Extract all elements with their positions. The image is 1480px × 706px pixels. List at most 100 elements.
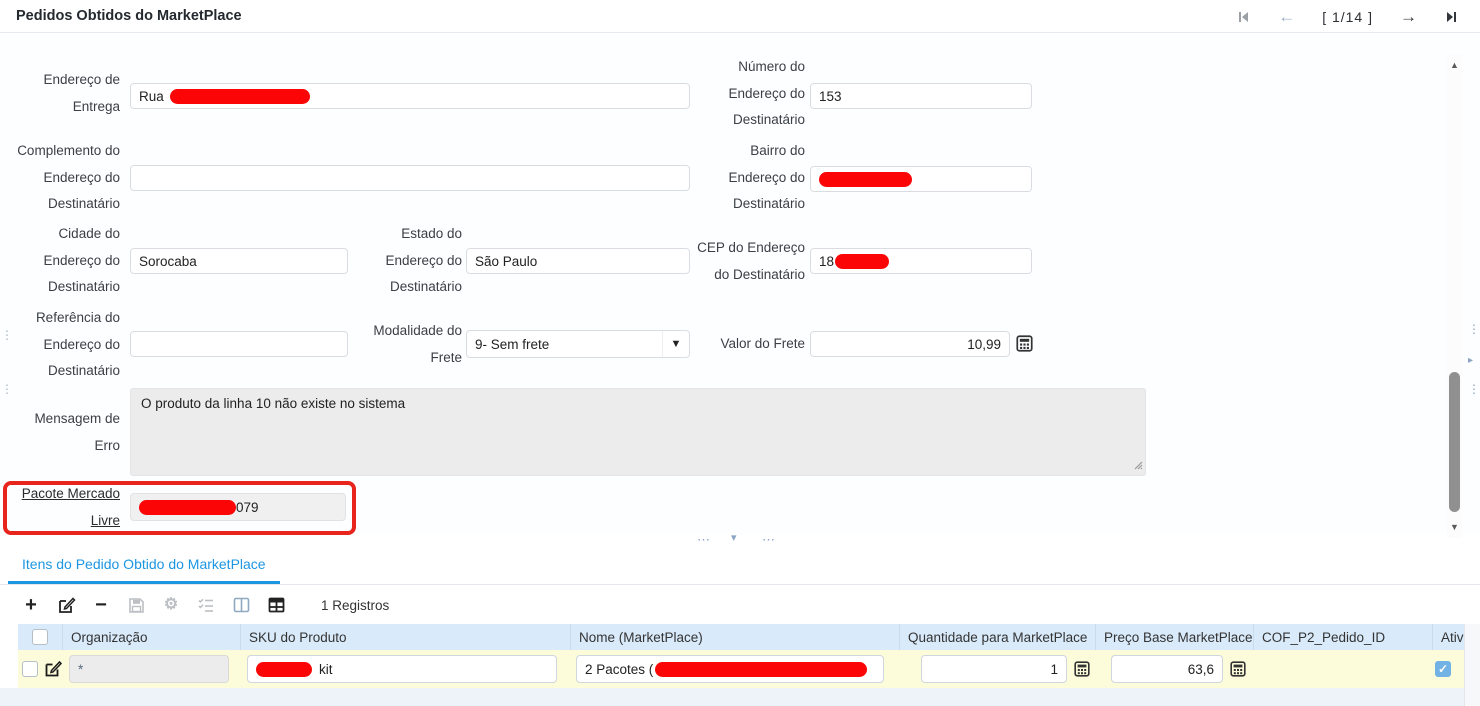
quantidade-cell: 1 xyxy=(900,650,1096,688)
app-window: Pedidos Obtidos do MarketPlace ← [ 1/14 … xyxy=(0,0,1480,706)
cep-value: 18 xyxy=(819,254,834,269)
col-preco-base[interactable]: Preço Base MarketPlace xyxy=(1096,624,1254,650)
complemento-label: Complemento do Endereço do Destinatário xyxy=(8,138,120,218)
two-column-layout-button[interactable] xyxy=(231,595,251,615)
quantidade-value: 1 xyxy=(1050,662,1058,677)
redaction-artifact: ˆ xyxy=(659,655,663,665)
redaction xyxy=(819,172,912,187)
resize-grip-glyph xyxy=(1133,460,1143,470)
save-button[interactable] xyxy=(126,595,146,615)
form-scrollbar[interactable]: ▲ ▼ xyxy=(1447,54,1462,538)
endereco-entrega-label: Endereço de Entrega xyxy=(8,67,120,120)
valor-frete-value: 10,99 xyxy=(967,337,1001,352)
bairro-field[interactable] xyxy=(810,166,1032,192)
col-quantidade[interactable]: Quantidade para MarketPlace xyxy=(900,624,1096,650)
select-all-checkbox[interactable] xyxy=(32,629,48,645)
delete-row-button[interactable]: − xyxy=(91,595,111,615)
record-count: 1 Registros xyxy=(321,598,389,613)
nome-field[interactable]: 2 Pacotes ( ˆ xyxy=(576,655,884,683)
h-splitter-dots-icon[interactable]: ⋯ xyxy=(697,535,710,545)
col-sku-produto[interactable]: SKU do Produto xyxy=(241,624,571,650)
pacote-mercado-livre-value: 079 xyxy=(236,500,259,515)
grid-icon xyxy=(268,597,285,613)
panel-splitter-dots-icon[interactable]: ⋮ xyxy=(1,330,13,340)
redaction xyxy=(170,89,310,104)
redaction xyxy=(139,500,236,515)
checklist-button[interactable] xyxy=(196,595,216,615)
col-cof-p2-pedido-id[interactable]: COF_P2_Pedido_ID xyxy=(1254,624,1433,650)
row-actions-cell xyxy=(18,650,63,688)
cidade-field[interactable]: Sorocaba xyxy=(130,248,348,274)
col-nome-marketplace[interactable]: Nome (MarketPlace) xyxy=(571,624,900,650)
row-select-checkbox[interactable] xyxy=(22,661,38,677)
col-ativo[interactable]: Ativ xyxy=(1433,624,1464,650)
scrollbar-thumb[interactable] xyxy=(1449,372,1460,512)
resize-grip-icon[interactable] xyxy=(1133,458,1143,473)
mensagem-erro-label: Mensagem de Erro xyxy=(8,406,120,459)
tab-label: Itens do Pedido Obtido do MarketPlace xyxy=(22,556,266,572)
scroll-down-icon[interactable]: ▼ xyxy=(1447,522,1462,532)
bairro-label: Bairro do Endereço do Destinatário xyxy=(693,138,805,218)
next-record-icon[interactable]: → xyxy=(1400,7,1417,27)
calculator-glyph xyxy=(1074,661,1090,677)
calculator-icon[interactable] xyxy=(1016,335,1033,352)
panel-splitter-dots-icon[interactable]: ⋮ xyxy=(1468,324,1480,334)
panel-splitter-dots-icon[interactable]: ⋮ xyxy=(1468,384,1480,394)
calculator-icon[interactable] xyxy=(1074,661,1090,677)
check-icon: ✓ xyxy=(1438,662,1448,676)
add-row-button[interactable]: + xyxy=(21,595,41,615)
pacote-mercado-livre-field[interactable]: 079 xyxy=(130,493,346,521)
preco-base-value: 63,6 xyxy=(1188,662,1214,677)
calculator-glyph xyxy=(1016,335,1033,352)
edit-row-button[interactable] xyxy=(56,595,76,615)
first-page-glyph xyxy=(1237,10,1251,24)
col-organizacao[interactable]: Organização xyxy=(63,624,241,650)
dropdown-button[interactable]: ▼ xyxy=(662,331,689,357)
select-all-header xyxy=(18,624,63,650)
sku-value: kit xyxy=(319,662,333,677)
endereco-entrega-field[interactable]: Rua xyxy=(130,83,690,109)
cep-field[interactable]: 18 xyxy=(810,248,1032,274)
h-splitter-collapse-icon[interactable]: ▾ xyxy=(731,533,737,543)
calculator-icon[interactable] xyxy=(1230,661,1246,677)
settings-button[interactable]: ⚙ xyxy=(161,595,181,615)
scroll-up-icon[interactable]: ▲ xyxy=(1447,60,1462,70)
numero-field[interactable]: 153 xyxy=(810,83,1032,109)
ativo-checkbox[interactable]: ✓ xyxy=(1435,661,1451,677)
estado-label: Estado do Endereço do Destinatário xyxy=(368,221,462,301)
modalidade-frete-value: 9- Sem frete xyxy=(475,337,549,352)
row-edit-icon[interactable] xyxy=(43,659,63,679)
panel-splitter-collapse-icon[interactable]: ▸ xyxy=(1468,356,1473,366)
referencia-field[interactable] xyxy=(130,331,348,357)
cof-p2-pedido-id-cell xyxy=(1254,650,1433,688)
chevron-down-icon: ▼ xyxy=(671,338,682,350)
detail-tab-strip: Itens do Pedido Obtido do MarketPlace xyxy=(0,546,1480,585)
sku-field[interactable]: kit xyxy=(247,655,557,683)
panel-splitter-dots-icon[interactable]: ⋮ xyxy=(1,384,13,394)
estado-field[interactable]: São Paulo xyxy=(466,248,690,274)
quantidade-field[interactable]: 1 xyxy=(921,655,1067,683)
table-header-row: Organização SKU do Produto Nome (MarketP… xyxy=(18,624,1464,650)
tab-itens-do-pedido[interactable]: Itens do Pedido Obtido do MarketPlace xyxy=(8,546,280,584)
mensagem-erro-textarea[interactable]: O produto da linha 10 não existe no sist… xyxy=(130,388,1146,476)
h-splitter-dots-icon[interactable]: ⋯ xyxy=(762,535,775,545)
window-header: Pedidos Obtidos do MarketPlace ← [ 1/14 … xyxy=(0,0,1480,33)
grid-view-button[interactable] xyxy=(266,595,286,615)
organizacao-field[interactable]: * xyxy=(69,655,229,683)
valor-frete-label: Valor do Frete xyxy=(690,331,805,358)
preco-base-field[interactable]: 63,6 xyxy=(1111,655,1223,683)
complemento-field[interactable] xyxy=(130,165,690,191)
endereco-entrega-value: Rua xyxy=(139,89,164,104)
table-row[interactable]: * kit 2 Pacotes ( ˆ 1 xyxy=(18,650,1464,688)
pacote-mercado-livre-label[interactable]: Pacote Mercado Livre xyxy=(8,481,120,534)
modalidade-frete-select[interactable]: 9- Sem frete ▼ xyxy=(466,330,690,358)
previous-record-icon[interactable]: ← xyxy=(1278,7,1295,27)
last-record-icon[interactable] xyxy=(1444,10,1458,24)
table-scrollbar[interactable] xyxy=(1464,624,1480,706)
first-record-icon[interactable] xyxy=(1237,10,1251,24)
redaction xyxy=(835,254,889,269)
numero-label: Número do Endereço do Destinatário xyxy=(693,54,805,134)
valor-frete-field[interactable]: 10,99 xyxy=(810,331,1010,357)
preco-base-cell: 63,6 xyxy=(1096,650,1254,688)
gear-icon: ⚙ xyxy=(164,596,178,614)
